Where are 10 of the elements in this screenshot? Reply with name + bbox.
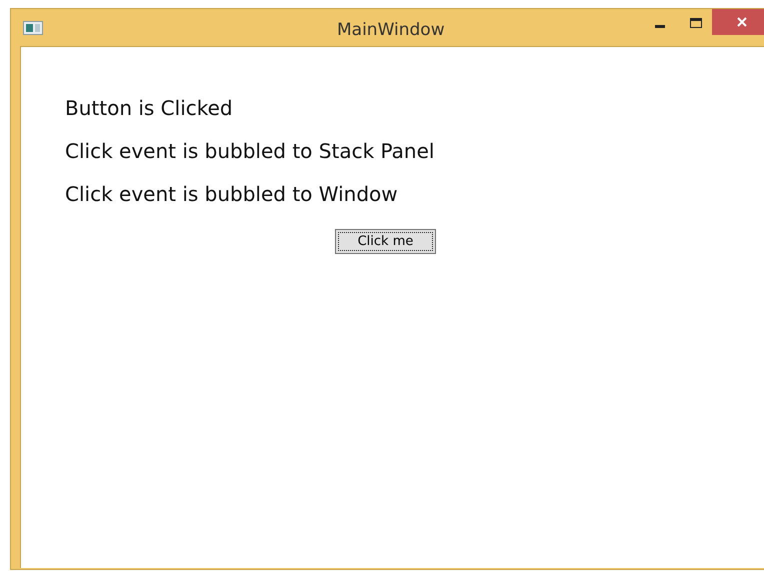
message-text: Click event is bubbled to Stack Panel [65, 138, 436, 165]
close-icon [737, 17, 747, 27]
message-text: Click event is bubbled to Window [65, 181, 399, 208]
maximize-icon [690, 18, 702, 28]
close-button[interactable] [712, 9, 764, 35]
click-me-button[interactable]: Click me [335, 229, 436, 254]
message-text: Button is Clicked [65, 95, 234, 122]
window-title: MainWindow [337, 19, 445, 42]
minimize-icon [655, 24, 665, 28]
app-icon [23, 21, 43, 35]
